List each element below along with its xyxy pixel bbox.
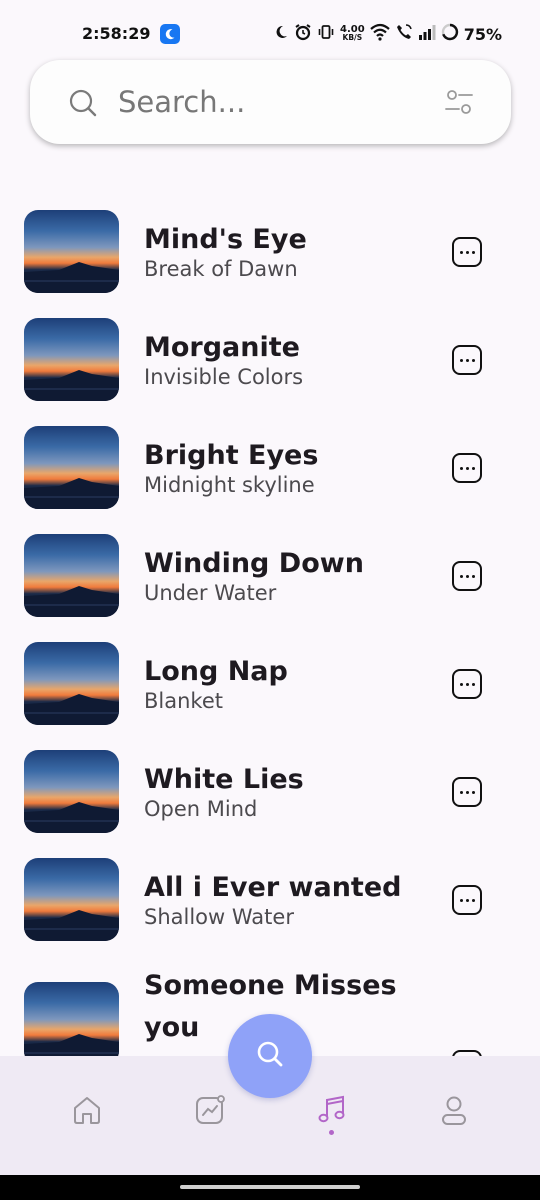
song-artist: Blanket (144, 689, 223, 713)
album-art (24, 642, 119, 725)
search-bar[interactable] (30, 60, 511, 144)
song-title: White Lies (144, 764, 304, 795)
battery-percent: 75% (463, 24, 502, 44)
more-options-icon[interactable] (452, 669, 482, 699)
song-title: Bright Eyes (144, 440, 319, 471)
song-artist: Invisible Colors (144, 365, 304, 389)
song-row[interactable]: White Lies Open Mind (0, 749, 540, 857)
album-art (24, 318, 119, 401)
nav-stats[interactable] (190, 1092, 230, 1132)
song-title: Morganite (144, 332, 300, 363)
more-options-icon[interactable] (452, 453, 482, 483)
more-options-icon[interactable] (452, 561, 482, 591)
more-options-icon[interactable] (452, 885, 482, 915)
album-art (24, 210, 119, 293)
song-artist: Shallow Water (144, 905, 294, 929)
album-art (24, 534, 119, 617)
signal-icon (418, 24, 436, 44)
song-artist: Midnight skyline (144, 473, 315, 497)
vibrate-icon (317, 23, 335, 45)
song-artist: Open Mind (144, 797, 258, 821)
more-options-icon[interactable] (452, 237, 482, 267)
song-title: Long Nap (144, 656, 288, 687)
status-time: 2:58:29 (82, 24, 151, 43)
search-icon (68, 88, 98, 122)
album-art (24, 426, 119, 509)
status-bar: 2:58:29 4.00 KB/S 75% (0, 0, 540, 60)
wifi-icon (369, 23, 390, 45)
nav-home[interactable] (67, 1092, 107, 1132)
album-art (24, 858, 119, 941)
nav-music[interactable] (312, 1092, 352, 1132)
song-row[interactable]: Bright Eyes Midnight skyline (0, 425, 540, 533)
song-list: Mind's Eye Break of Dawn Morganite Invis… (0, 209, 540, 1057)
song-title: All i Ever wanted (144, 872, 402, 903)
home-gesture-bar[interactable] (180, 1185, 360, 1189)
song-artist: Under Water (144, 581, 277, 605)
album-art (24, 982, 119, 1057)
system-gesture-area (0, 1175, 540, 1200)
net-speed-unit: KB/S (342, 33, 363, 42)
song-title: Winding Down (144, 548, 364, 579)
app-notification-icon (160, 24, 180, 44)
profile-icon (437, 1093, 471, 1131)
active-nav-indicator (329, 1130, 334, 1135)
nav-profile[interactable] (434, 1092, 474, 1132)
song-title: Mind's Eye (144, 224, 307, 255)
song-row[interactable]: Mind's Eye Break of Dawn (0, 209, 540, 317)
song-artist: Break of Dawn (144, 257, 298, 281)
song-row[interactable]: Morganite Invisible Colors (0, 317, 540, 425)
music-note-icon (315, 1093, 349, 1131)
stats-icon (193, 1093, 227, 1131)
search-input[interactable] (118, 80, 418, 124)
home-icon (70, 1093, 104, 1131)
song-row[interactable]: All i Ever wanted Shallow Water (0, 857, 540, 965)
battery-icon (441, 23, 459, 45)
dnd-moon-icon (273, 24, 289, 44)
search-fab[interactable] (228, 1014, 312, 1098)
search-icon (255, 1039, 285, 1073)
more-options-icon[interactable] (452, 345, 482, 375)
net-speed: 4.00 KB/S (340, 25, 365, 42)
more-options-icon[interactable] (452, 777, 482, 807)
song-row[interactable]: Winding Down Under Water (0, 533, 540, 641)
filter-icon[interactable] (444, 88, 474, 120)
album-art (24, 750, 119, 833)
alarm-icon (294, 23, 312, 45)
wifi-call-icon (395, 23, 413, 45)
song-row[interactable]: Long Nap Blanket (0, 641, 540, 749)
